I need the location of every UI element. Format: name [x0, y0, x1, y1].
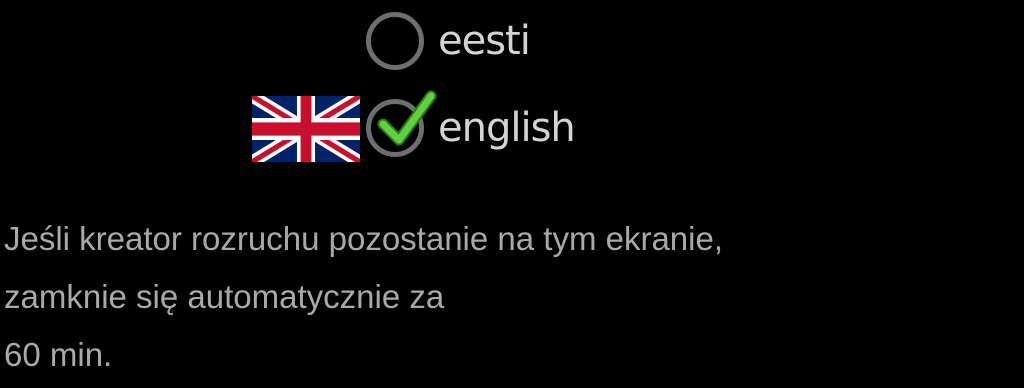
language-option-english[interactable]: english: [366, 90, 576, 166]
language-label-estonian: eesti: [438, 18, 531, 64]
auto-close-countdown: 60 min.: [4, 336, 113, 373]
radio-selected-icon[interactable]: [366, 90, 437, 157]
language-option-estonian[interactable]: eesti: [366, 6, 531, 76]
radio-unselected-icon[interactable]: [366, 12, 424, 70]
auto-close-message-line-1: Jeśli kreator rozruchu pozostanie na tym…: [4, 220, 724, 257]
auto-close-message: Jeśli kreator rozruchu pozostanie na tym…: [4, 210, 1014, 384]
checkmark-icon: [377, 90, 437, 146]
auto-close-message-line-2: zamknie się automatycznie za: [4, 278, 445, 315]
uk-flag-icon: [252, 96, 360, 162]
language-label-english: english: [438, 105, 576, 151]
